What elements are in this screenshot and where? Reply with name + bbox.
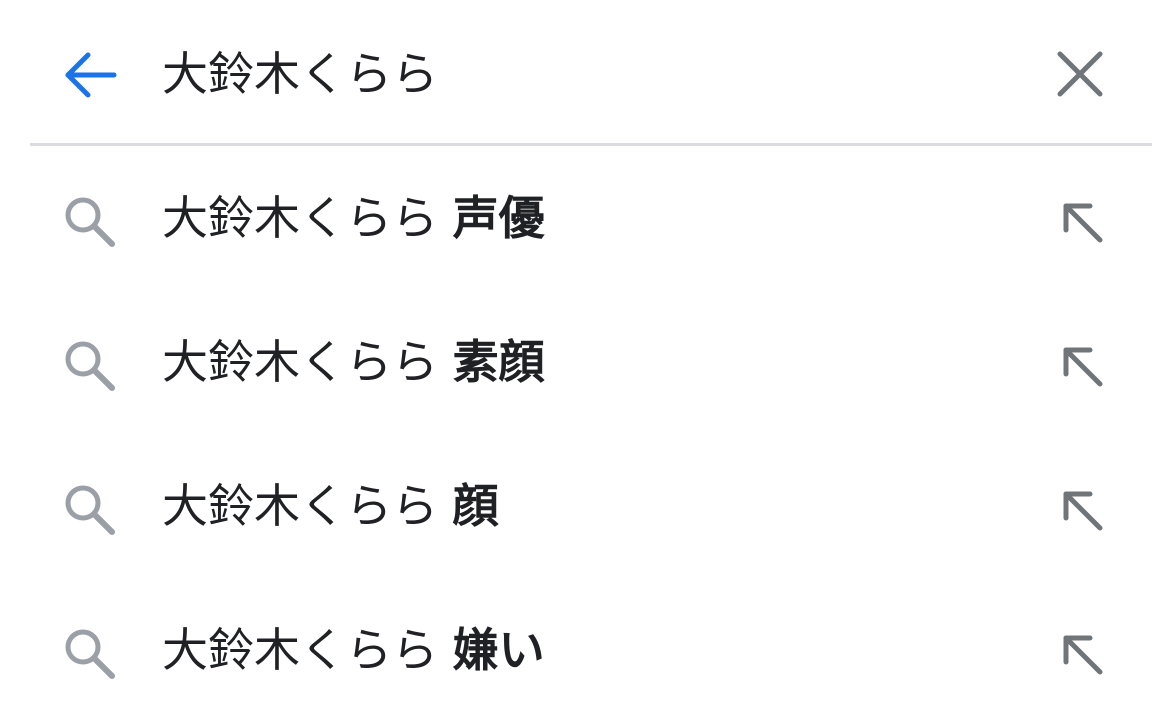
suggestion-base: 大鈴木くらら — [162, 479, 453, 533]
search-input[interactable] — [162, 36, 1022, 106]
suggestion-completion: 嫌い — [452, 623, 545, 677]
suggestion-text: 大鈴木くらら 嫌い — [162, 618, 545, 682]
arrow-up-left-icon[interactable] — [1054, 194, 1110, 250]
suggestion-text: 大鈴木くらら 素顔 — [162, 330, 545, 394]
search-icon — [65, 629, 115, 679]
suggestion-completion: 素顔 — [452, 335, 545, 389]
search-icon — [65, 485, 115, 535]
suggestion-item[interactable]: 大鈴木くらら 顔 — [0, 434, 1170, 578]
suggestion-item[interactable]: 大鈴木くらら 嫌い — [0, 578, 1170, 722]
suggestion-item[interactable]: 大鈴木くらら 素顔 — [0, 290, 1170, 434]
suggestion-completion: 声優 — [452, 191, 545, 245]
suggestion-base: 大鈴木くらら — [162, 335, 453, 389]
search-icon — [65, 197, 115, 247]
suggestion-base: 大鈴木くらら — [162, 191, 453, 245]
close-icon[interactable] — [1052, 46, 1108, 102]
suggestion-base: 大鈴木くらら — [162, 623, 453, 677]
search-icon — [65, 341, 115, 391]
arrow-left-icon[interactable] — [58, 44, 120, 106]
arrow-up-left-icon[interactable] — [1054, 482, 1110, 538]
arrow-up-left-icon[interactable] — [1054, 626, 1110, 682]
suggestion-completion: 顔 — [452, 479, 499, 533]
suggestion-item[interactable]: 大鈴木くらら 声優 — [0, 146, 1170, 290]
arrow-up-left-icon[interactable] — [1054, 338, 1110, 394]
search-bar — [0, 0, 1170, 145]
suggestion-text: 大鈴木くらら 顔 — [162, 474, 499, 538]
suggestion-list: 大鈴木くらら 声優 大鈴木くらら 素顔 大鈴木くらら 顔 大鈴木くらら 嫌い — [0, 146, 1170, 722]
suggestion-text: 大鈴木くらら 声優 — [162, 186, 545, 250]
